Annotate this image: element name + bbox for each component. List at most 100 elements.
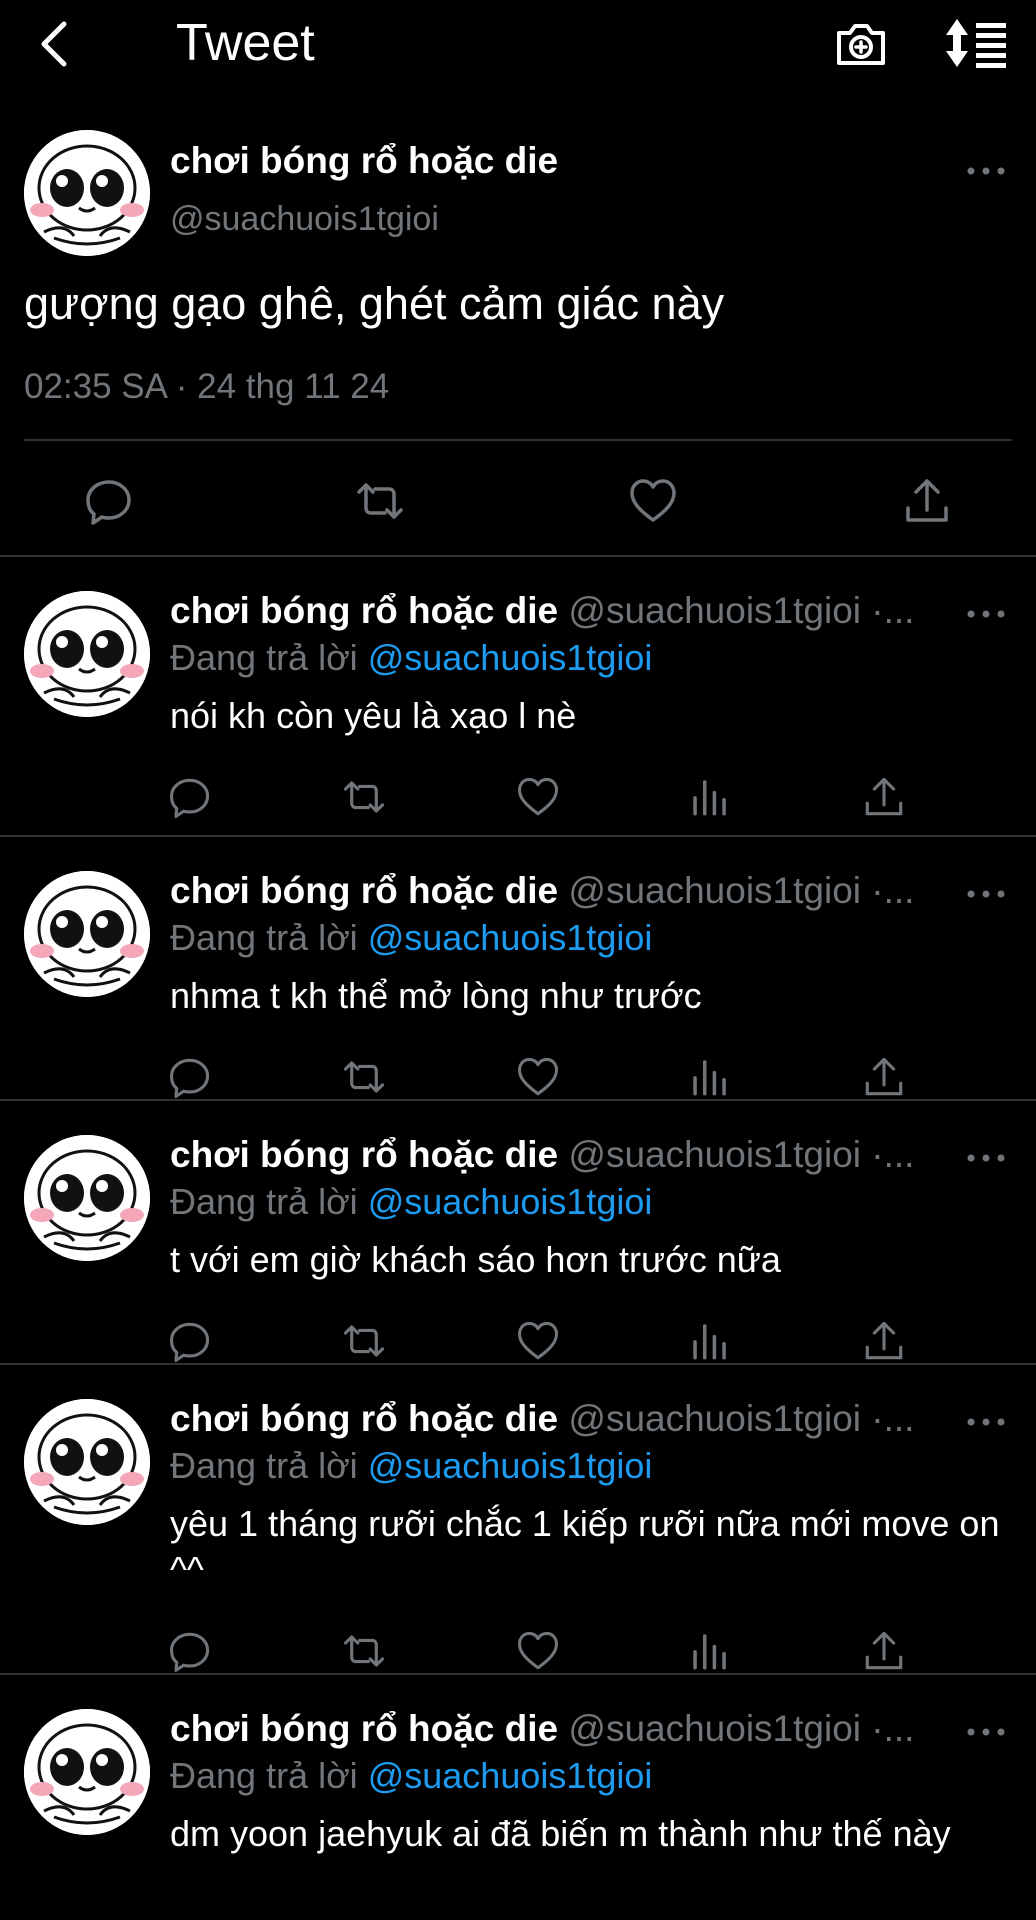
tweet-text: nhma t kh thể mở lòng như trước	[170, 975, 702, 1016]
analytics-icon	[693, 780, 726, 816]
share-button[interactable]	[862, 1055, 906, 1099]
share-icon	[865, 1057, 903, 1096]
author-name[interactable]: chơi bóng rổ hoặc die	[170, 590, 558, 631]
mention-link[interactable]: @suachuois1tgioi	[368, 1445, 653, 1486]
share-button[interactable]	[862, 1319, 906, 1363]
tweet-text: yêu 1 tháng rưỡi chắc 1 kiếp rưỡi nữa mớ…	[170, 1503, 1000, 1590]
avatar-character-icon	[24, 871, 150, 997]
reply-tweet[interactable]: chơi bóng rổ hoặc die @suachuois1tgioi ·…	[0, 837, 1036, 1099]
reply-button[interactable]	[168, 1319, 212, 1363]
views-button[interactable]	[688, 1629, 732, 1673]
analytics-icon	[693, 1634, 726, 1670]
mention-link[interactable]: @suachuois1tgioi	[368, 917, 653, 958]
author-name[interactable]: chơi bóng rổ hoặc die	[170, 1398, 558, 1439]
reply-header: chơi bóng rổ hoặc die @suachuois1tgioi ·…	[170, 1705, 950, 1753]
reply-tweet[interactable]: chơi bóng rổ hoặc die @suachuois1tgioi ·…	[0, 557, 1036, 835]
reply-button[interactable]	[168, 775, 212, 819]
author-handle[interactable]: @suachuois1tgioi ·...	[568, 1708, 914, 1749]
retweet-button[interactable]	[342, 1055, 386, 1099]
replying-label: Đang trả lời	[170, 917, 358, 958]
page-title: Tweet	[176, 14, 315, 72]
heart-icon	[517, 777, 559, 816]
reply-tweet[interactable]: chơi bóng rổ hoặc die @suachuois1tgioi ·…	[0, 1101, 1036, 1363]
share-icon	[865, 1321, 903, 1360]
reply-header: chơi bóng rổ hoặc die @suachuois1tgioi ·…	[170, 1395, 950, 1443]
sort-button[interactable]	[944, 15, 1010, 71]
avatar[interactable]	[24, 591, 150, 717]
reply-icon	[86, 480, 131, 525]
avatar[interactable]	[24, 1135, 150, 1261]
reply-header: chơi bóng rổ hoặc die @suachuois1tgioi ·…	[170, 1131, 950, 1179]
retweet-button[interactable]	[355, 476, 405, 526]
more-button[interactable]	[966, 164, 1006, 178]
replying-label: Đang trả lời	[170, 1755, 358, 1796]
avatar[interactable]	[24, 871, 150, 997]
retweet-button[interactable]	[342, 1629, 386, 1673]
retweet-button[interactable]	[342, 1319, 386, 1363]
like-button[interactable]	[516, 775, 560, 819]
mention-link[interactable]: @suachuois1tgioi	[368, 1181, 653, 1222]
author-name[interactable]: chơi bóng rổ hoặc die	[170, 1708, 558, 1749]
avatar-character-icon	[24, 130, 150, 256]
author-handle[interactable]: @suachuois1tgioi ·...	[568, 870, 914, 911]
reply-icon	[169, 1322, 210, 1362]
author-name[interactable]: chơi bóng rổ hoặc die	[170, 140, 558, 182]
mention-link[interactable]: @suachuois1tgioi	[368, 1755, 653, 1796]
views-button[interactable]	[688, 1319, 732, 1363]
tweet-text: nói kh còn yêu là xạo l nè	[170, 695, 577, 736]
author-name[interactable]: chơi bóng rổ hoặc die	[170, 1134, 558, 1175]
more-button[interactable]	[966, 1725, 1006, 1739]
share-button[interactable]	[862, 775, 906, 819]
author-handle[interactable]: @suachuois1tgioi ·...	[568, 1134, 914, 1175]
reply-button[interactable]	[168, 1629, 212, 1673]
reply-tweet[interactable]: chơi bóng rổ hoặc die @suachuois1tgioi ·…	[0, 1675, 1036, 1920]
like-button[interactable]	[628, 476, 678, 526]
replying-label: Đang trả lời	[170, 1181, 358, 1222]
more-dots-icon	[967, 610, 1005, 618]
chevron-left-icon	[41, 21, 67, 67]
more-button[interactable]	[966, 607, 1006, 621]
replying-to: Đang trả lời @suachuois1tgioi	[170, 1443, 652, 1489]
share-icon	[906, 479, 948, 522]
camera-button[interactable]	[833, 15, 889, 71]
retweet-icon	[343, 781, 385, 813]
author-handle[interactable]: @suachuois1tgioi ·...	[568, 1398, 914, 1439]
more-button[interactable]	[966, 1415, 1006, 1429]
analytics-icon	[693, 1060, 726, 1096]
replying-to: Đang trả lời @suachuois1tgioi	[170, 1753, 652, 1799]
mention-link[interactable]: @suachuois1tgioi	[368, 637, 653, 678]
avatar[interactable]	[24, 1709, 150, 1835]
reply-tweet[interactable]: chơi bóng rổ hoặc die @suachuois1tgioi ·…	[0, 1365, 1036, 1673]
views-button[interactable]	[688, 775, 732, 819]
divider	[24, 439, 1012, 441]
views-button[interactable]	[688, 1055, 732, 1099]
reply-button[interactable]	[84, 476, 134, 526]
like-button[interactable]	[516, 1055, 560, 1099]
like-button[interactable]	[516, 1319, 560, 1363]
reply-header: chơi bóng rổ hoặc die @suachuois1tgioi ·…	[170, 587, 950, 635]
tweet-timestamp: 02:35 SA · 24 thg 11 24	[24, 367, 390, 406]
retweet-icon	[343, 1635, 385, 1667]
replying-to: Đang trả lời @suachuois1tgioi	[170, 915, 652, 961]
author-handle[interactable]: @suachuois1tgioi ·...	[568, 590, 914, 631]
like-button[interactable]	[516, 1629, 560, 1673]
avatar[interactable]	[24, 130, 150, 256]
heart-icon	[517, 1321, 559, 1360]
back-button[interactable]	[34, 18, 76, 70]
retweet-button[interactable]	[342, 775, 386, 819]
share-icon	[865, 777, 903, 816]
replying-to: Đang trả lời @suachuois1tgioi	[170, 1179, 652, 1225]
more-button[interactable]	[966, 1151, 1006, 1165]
share-button[interactable]	[902, 476, 952, 526]
analytics-icon	[693, 1324, 726, 1360]
more-dots-icon	[967, 1728, 1005, 1736]
reply-icon	[169, 1632, 210, 1672]
author-handle[interactable]: @suachuois1tgioi	[170, 200, 439, 239]
more-button[interactable]	[966, 887, 1006, 901]
avatar-character-icon	[24, 1135, 150, 1261]
share-button[interactable]	[862, 1629, 906, 1673]
share-icon	[865, 1631, 903, 1670]
avatar[interactable]	[24, 1399, 150, 1525]
reply-button[interactable]	[168, 1055, 212, 1099]
author-name[interactable]: chơi bóng rổ hoặc die	[170, 870, 558, 911]
